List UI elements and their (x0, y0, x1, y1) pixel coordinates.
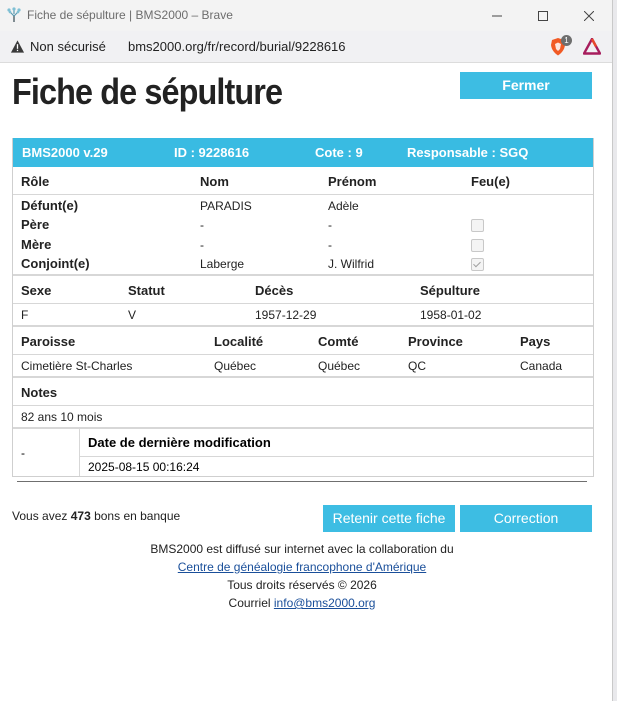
mail-prefix: Courriel (228, 596, 274, 610)
warning-icon[interactable] (10, 39, 25, 54)
correction-button[interactable]: Correction (460, 505, 592, 532)
col-deces: Décès (255, 283, 294, 298)
persons-body: Défunt(e) PARADIS Adèle Père - - Mère - … (13, 195, 593, 276)
record-version: BMS2000 v.29 (22, 145, 108, 160)
record-card: BMS2000 v.29 ID : 9228616 Cote : 9 Respo… (12, 138, 594, 477)
pays-value: Canada (520, 359, 563, 373)
page-title: Fiche de sépulture (12, 71, 283, 112)
vitals-header: Sexe Statut Décès Sépulture (13, 276, 593, 304)
modification-label: Date de dernière modification (88, 435, 271, 450)
nom-value: - (200, 238, 204, 252)
nom-value: PARADIS (200, 199, 252, 213)
place-header: Paroisse Localité Comté Province Pays (13, 327, 593, 355)
col-prenom: Prénom (328, 174, 377, 189)
notes-value: 82 ans 10 mois (21, 410, 103, 424)
table-row: Conjoint(e) Laberge J. Wilfrid (13, 253, 593, 273)
col-pays: Pays (520, 334, 551, 349)
prenom-value: J. Wilfrid (328, 257, 374, 271)
table-row: Défunt(e) PARADIS Adèle (13, 195, 593, 215)
col-nom: Nom (200, 174, 229, 189)
keep-record-button[interactable]: Retenir cette fiche (323, 505, 455, 532)
modification-left-value: - (21, 446, 25, 460)
notes-label: Notes (21, 385, 58, 400)
role-label: Mère (21, 237, 52, 252)
bank-prefix: Vous avez (12, 509, 71, 523)
nom-value: - (200, 218, 204, 232)
title-bar: Fiche de sépulture | BMS2000 – Brave (0, 0, 612, 31)
prenom-value: - (328, 238, 332, 252)
localite-value: Québec (214, 359, 257, 373)
shield-count-badge: 1 (561, 35, 572, 46)
col-sexe: Sexe (21, 283, 52, 298)
security-label[interactable]: Non sécurisé (30, 39, 106, 54)
page-content: Fiche de sépulture Fermer BMS2000 v.29 I… (0, 63, 612, 701)
cgfa-link[interactable]: Centre de généalogie francophone d'Améri… (178, 560, 426, 574)
bank-suffix: bons en banque (90, 509, 181, 523)
mail-link[interactable]: info@bms2000.org (274, 596, 376, 610)
close-icon (584, 10, 594, 21)
close-button[interactable]: Fermer (460, 72, 592, 99)
feu-checkbox[interactable] (471, 258, 484, 271)
table-row: Père - - (13, 214, 593, 234)
sepulture-value: 1958-01-02 (420, 308, 482, 322)
feu-checkbox[interactable] (471, 239, 484, 252)
address-bar: Non sécurisé bms2000.org/fr/record/buria… (0, 31, 612, 63)
deces-value: 1957-12-29 (255, 308, 317, 322)
col-role: Rôle (21, 174, 50, 189)
tree-icon (7, 7, 21, 22)
paroisse-value: Cimetière St-Charles (21, 359, 133, 373)
role-label: Père (21, 217, 50, 232)
record-cote: Cote : 9 (315, 145, 363, 160)
vitals-row: F V 1957-12-29 1958-01-02 (13, 304, 593, 327)
feu-checkbox[interactable] (471, 219, 484, 232)
maximize-icon (538, 10, 548, 21)
window-title: Fiche de sépulture | BMS2000 – Brave (27, 8, 233, 22)
record-id: ID : 9228616 (174, 145, 250, 160)
role-label: Défunt(e) (21, 198, 79, 213)
nom-value: Laberge (200, 257, 245, 271)
bank-count: 473 (70, 509, 91, 523)
notes-header: Notes (13, 378, 593, 406)
table-row: Mère - - (13, 234, 593, 254)
bank-balance: Vous avez 473 bons en banque (12, 509, 180, 523)
col-localite: Localité (214, 334, 264, 349)
record-header: BMS2000 v.29 ID : 9228616 Cote : 9 Respo… (13, 138, 593, 167)
divider (17, 481, 587, 482)
url-field[interactable]: bms2000.org/fr/record/burial/9228616 (128, 39, 346, 54)
col-feu: Feu(e) (471, 174, 510, 189)
brave-rewards-icon[interactable] (583, 38, 601, 55)
prenom-value: Adèle (328, 199, 359, 213)
notes-row: 82 ans 10 mois (13, 406, 593, 429)
prenom-value: - (328, 218, 332, 232)
footer-link-wrap: Centre de généalogie francophone d'Améri… (0, 560, 604, 574)
footer-collab: BMS2000 est diffusé sur internet avec la… (150, 542, 454, 556)
statut-value: V (128, 308, 137, 322)
close-window-button[interactable] (566, 0, 612, 31)
col-statut: Statut (128, 283, 165, 298)
col-paroisse: Paroisse (21, 334, 76, 349)
modification-row: 2025-08-15 00:16:24 (80, 457, 593, 476)
col-province: Province (408, 334, 463, 349)
place-row: Cimetière St-Charles Québec Québec QC Ca… (13, 355, 593, 378)
record-responsable: Responsable : SGQ (407, 145, 529, 160)
comte-value: Québec (318, 359, 361, 373)
modification-section: - Date de dernière modification 2025-08-… (13, 429, 593, 476)
minimize-icon (492, 15, 502, 16)
maximize-button[interactable] (520, 0, 566, 31)
province-value: QC (408, 359, 426, 373)
role-label: Conjoint(e) (21, 256, 90, 271)
minimize-button[interactable] (474, 0, 520, 31)
footer-rights: Tous droits réservés © 2026 (227, 578, 377, 592)
col-sepulture: Sépulture (420, 283, 480, 298)
modification-header: Date de dernière modification (80, 429, 593, 457)
modification-left-cell: - (13, 429, 80, 476)
browser-window: Fiche de sépulture | BMS2000 – Brave Non… (0, 0, 613, 701)
persons-header: Rôle Nom Prénom Feu(e) (13, 167, 593, 195)
footer-mail: Courriel info@bms2000.org (0, 596, 604, 610)
sexe-value: F (21, 308, 29, 322)
col-comte: Comté (318, 334, 359, 349)
modification-value: 2025-08-15 00:16:24 (88, 460, 200, 474)
